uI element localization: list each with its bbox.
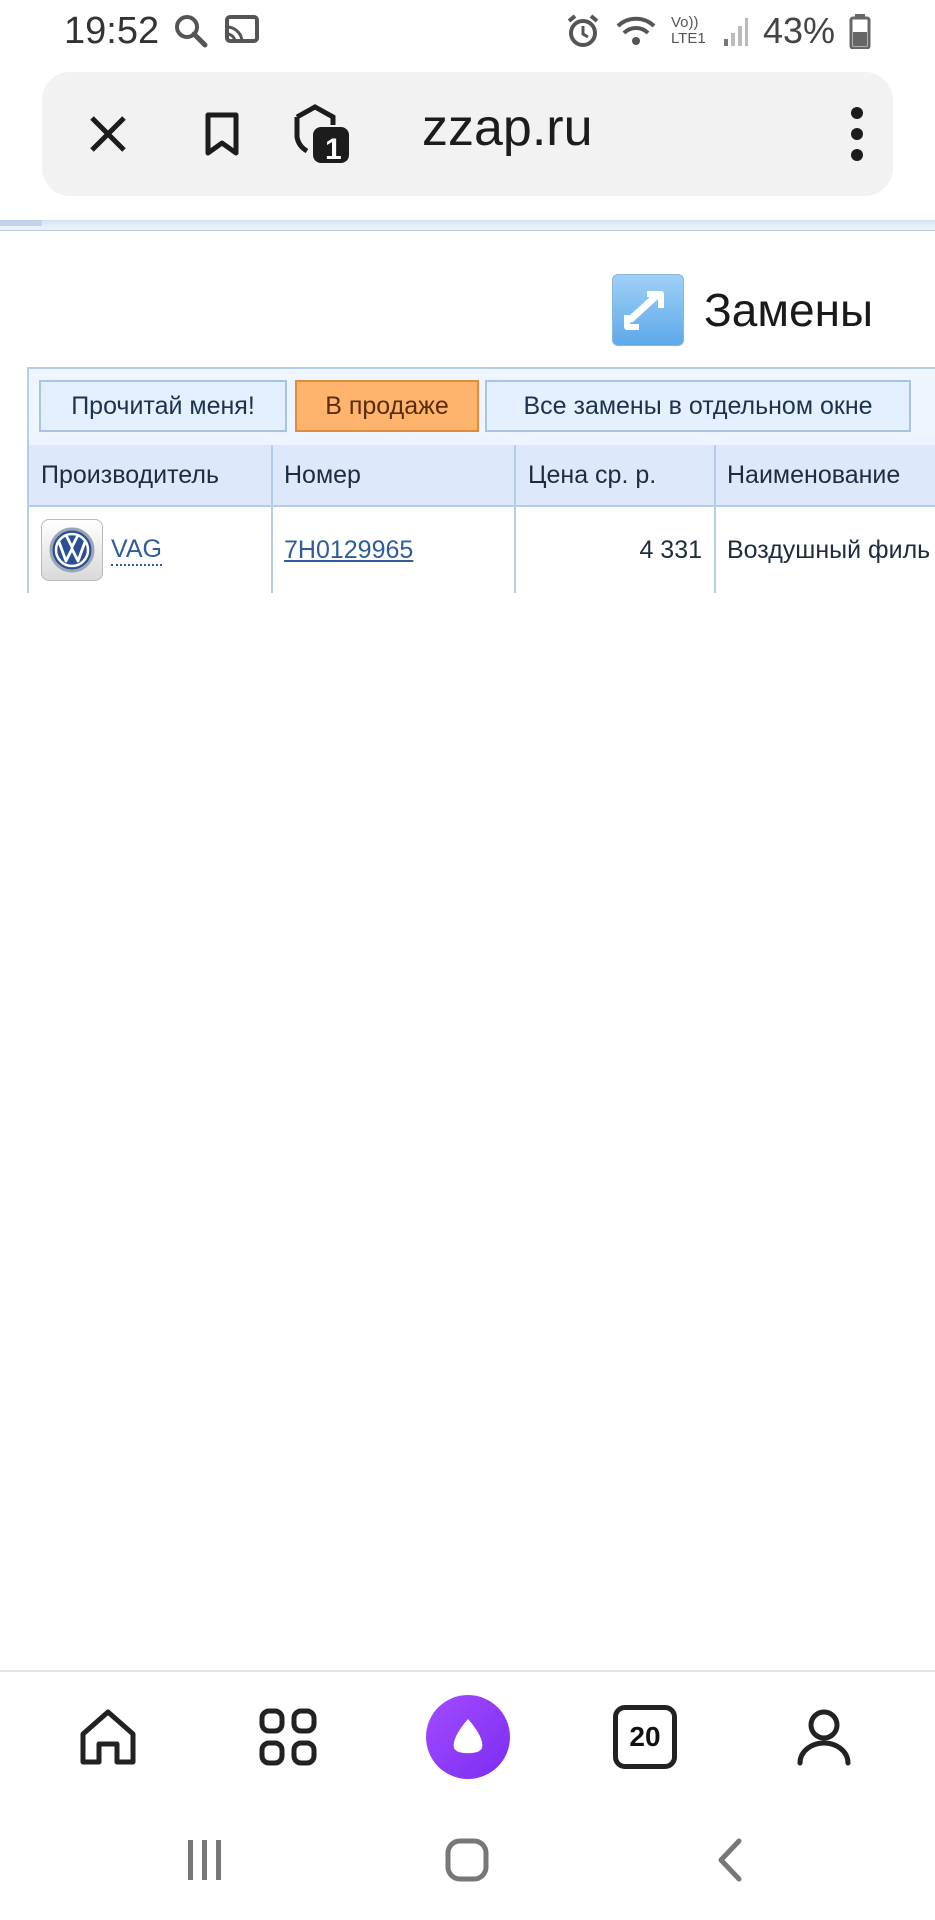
tab-shield-icon[interactable]: 1: [282, 96, 358, 172]
battery-percent: 43%: [762, 10, 835, 51]
alarm-icon: [565, 13, 601, 49]
recents-icon[interactable]: [175, 1830, 235, 1890]
cast-icon: [223, 14, 261, 48]
section-header: Замены: [612, 274, 873, 346]
replacements-table: Прочитай меня! В продаже Все замены в от…: [27, 367, 935, 593]
table-header-row: Производитель Номер Цена ср. р. Наименов…: [29, 445, 935, 507]
status-bar: 19:52 Vo)) LTE1 43%: [0, 0, 935, 62]
url-text[interactable]: zzap.ru: [422, 98, 593, 158]
alice-button[interactable]: [426, 1695, 510, 1779]
column-header-name[interactable]: Наименование: [715, 445, 935, 505]
column-divider: [514, 445, 516, 593]
home-icon[interactable]: [63, 1692, 153, 1782]
wifi-icon: [615, 14, 657, 48]
network-label: Vo)) LTE1: [670, 14, 706, 47]
column-divider: [271, 445, 273, 593]
cell-price: 4 331: [639, 535, 702, 564]
tab-on-sale[interactable]: В продаже: [295, 380, 479, 432]
system-navigation-bar: [0, 1800, 935, 1920]
tabs-row: Прочитай меня! В продаже Все замены в от…: [29, 369, 935, 447]
cell-name: Воздушный филь: [727, 535, 931, 564]
back-icon[interactable]: [700, 1830, 760, 1890]
column-divider: [714, 445, 716, 593]
cell-number: 7H0129965: [272, 507, 514, 593]
volkswagen-logo-icon: [41, 519, 103, 581]
home-circle-icon[interactable]: [437, 1830, 497, 1890]
tabs-count: 20: [613, 1705, 677, 1769]
column-header-manufacturer[interactable]: Производитель: [29, 445, 271, 505]
table-row: VAG 7H0129965 4 331 Воздушный филь: [29, 507, 935, 593]
page-top-border: [0, 220, 935, 231]
cell-manufacturer: VAG: [29, 507, 271, 593]
column-header-price[interactable]: Цена ср. р.: [516, 445, 714, 505]
alice-assistant-icon[interactable]: [423, 1692, 513, 1782]
part-number-link[interactable]: 7H0129965: [284, 536, 413, 565]
swap-arrows-icon: [612, 274, 684, 346]
browser-address-bar: 1 zzap.ru: [42, 72, 893, 196]
tab-count-badge: 1: [325, 133, 342, 166]
column-header-number[interactable]: Номер: [272, 445, 514, 505]
status-time: 19:52: [64, 9, 160, 52]
signal-icon: [723, 15, 749, 47]
tab-all-replacements-window[interactable]: Все замены в отдельном окне: [485, 380, 911, 432]
profile-icon[interactable]: [779, 1692, 869, 1782]
tabs-counter-icon[interactable]: 20: [600, 1692, 690, 1782]
close-icon[interactable]: [78, 104, 138, 164]
section-title: Замены: [704, 284, 874, 336]
tab-read-me[interactable]: Прочитай меня!: [39, 380, 287, 432]
search-icon: [173, 13, 209, 49]
status-right: Vo)) LTE1 43%: [565, 10, 871, 52]
manufacturer-link[interactable]: VAG: [111, 535, 162, 566]
browser-bottom-nav: 20: [0, 1670, 935, 1802]
page-top-marker: [0, 220, 42, 226]
status-left: 19:52: [64, 10, 261, 53]
bookmark-icon[interactable]: [192, 104, 252, 164]
battery-icon: [849, 13, 871, 49]
more-vert-icon[interactable]: [832, 100, 882, 168]
apps-grid-icon[interactable]: [243, 1692, 333, 1782]
